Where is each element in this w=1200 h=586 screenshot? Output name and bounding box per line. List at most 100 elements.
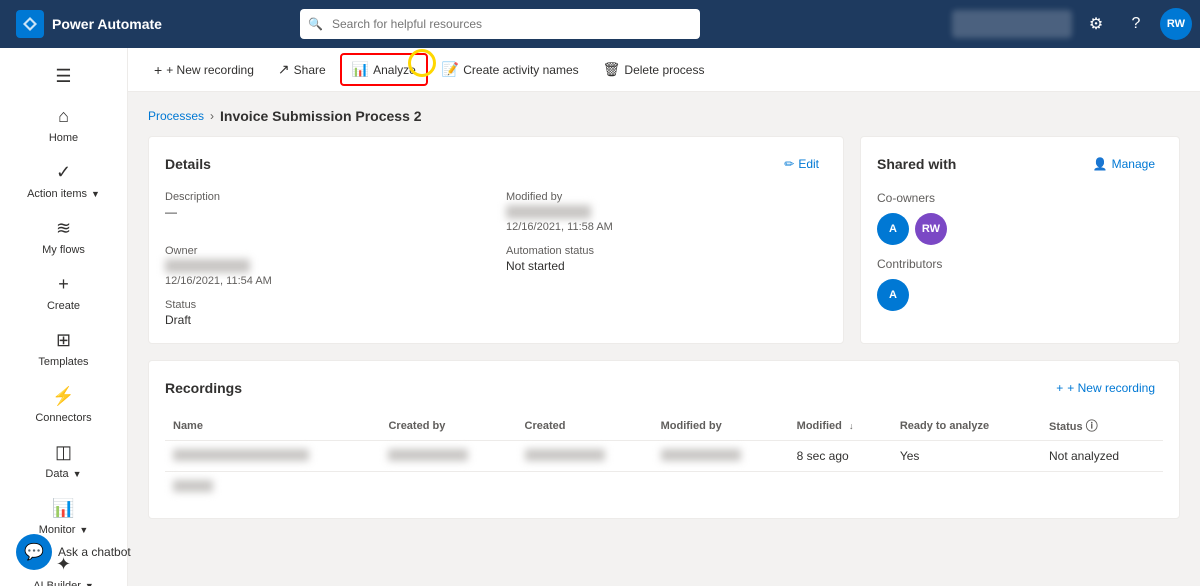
contributors-label: Contributors <box>877 257 1163 271</box>
cell-modified: 8 sec ago <box>789 441 892 472</box>
search-bar: 🔍 <box>300 9 700 39</box>
manage-icon: 👤 <box>1093 157 1108 171</box>
cell-created-by: ████████ <box>380 441 516 472</box>
app-layout: ☰ ⌂ Home ✓ Action items ▼ ≋ My flows + C… <box>0 48 1200 586</box>
share-button[interactable]: ↗ Share <box>268 55 336 84</box>
modified-by-value: ██████████ <box>506 205 827 219</box>
shared-with-panel: Shared with 👤 Manage Co-owners A RW Cont… <box>860 136 1180 344</box>
table-row-2: ████ <box>165 472 1163 503</box>
data-icon: ◫ <box>52 440 76 464</box>
sidebar-item-connectors[interactable]: ⚡ Connectors <box>0 376 127 432</box>
cell-empty-2 <box>517 472 653 503</box>
chevron-down-icon: ▼ <box>91 189 100 199</box>
new-recording-table-button[interactable]: + + New recording <box>1048 377 1163 399</box>
sidebar-item-create[interactable]: + Create <box>0 264 127 320</box>
col-status: Status ⓘ <box>1041 411 1163 441</box>
details-header: Details ✏ Edit <box>165 153 827 175</box>
activity-icon: 📝 <box>442 61 459 78</box>
modified-by-blurred: ██████████ <box>506 205 591 219</box>
toolbar: + + New recording ↗ Share 📊 Analyze 📝 Cr… <box>128 48 1200 92</box>
sidebar-label-data: Data <box>45 468 68 480</box>
app-logo[interactable]: Power Automate <box>8 10 170 38</box>
co-owner-avatar-1[interactable]: A <box>877 213 909 245</box>
my-flows-icon: ≋ <box>52 216 76 240</box>
breadcrumb: Processes › Invoice Submission Process 2 <box>148 108 1180 124</box>
sidebar-item-data[interactable]: ◫ Data ▼ <box>0 432 127 488</box>
owner-blurred: ██████████ <box>165 259 250 273</box>
sidebar-item-hamburger[interactable]: ☰ <box>0 56 127 96</box>
edit-label: Edit <box>798 157 819 171</box>
breadcrumb-separator: › <box>210 109 214 123</box>
sidebar-item-action-items[interactable]: ✓ Action items ▼ <box>0 152 127 208</box>
analyze-wrapper: 📊 Analyze <box>340 53 428 86</box>
status-value: Draft <box>165 313 486 327</box>
app-name: Power Automate <box>52 16 162 32</box>
co-owner-avatar-2[interactable]: RW <box>915 213 947 245</box>
home-icon: ⌂ <box>52 104 76 128</box>
manage-button[interactable]: 👤 Manage <box>1085 153 1163 175</box>
logo-icon <box>16 10 44 38</box>
search-icon: 🔍 <box>308 17 323 31</box>
details-panel: Details ✏ Edit Description — <box>148 136 844 344</box>
create-activity-button[interactable]: 📝 Create activity names <box>432 55 589 84</box>
info-icon[interactable]: ⓘ <box>1086 419 1098 433</box>
recordings-table-body: ████████████████ ████████ ████████ █████… <box>165 441 1163 503</box>
new-recording-button[interactable]: + + New recording <box>144 56 264 84</box>
owner-value: ██████████ <box>165 259 486 273</box>
user-profile-blurred <box>952 10 1072 38</box>
plus-icon: + <box>154 62 162 78</box>
search-input[interactable] <box>300 9 700 39</box>
description-label: Description <box>165 191 486 203</box>
edit-icon: ✏ <box>784 157 794 171</box>
detail-status: Status Draft <box>165 299 486 327</box>
hamburger-icon: ☰ <box>52 64 76 88</box>
col-modified[interactable]: Modified ↓ <box>789 411 892 441</box>
sidebar-label-action-items: Action items <box>27 188 87 200</box>
chevron-down-icon-data: ▼ <box>73 469 82 479</box>
created-blurred: ████████ <box>525 449 605 461</box>
cell-name: ████████████████ <box>165 441 380 472</box>
sidebar-label-connectors: Connectors <box>35 412 91 424</box>
status-label: Status <box>165 299 486 311</box>
detail-automation-status: Automation status Not started <box>506 245 827 287</box>
cell-modified-by: ████████ <box>653 441 789 472</box>
user-avatar[interactable]: RW <box>1160 8 1192 40</box>
chatbot-button[interactable]: 💬 <box>16 534 52 570</box>
cell-empty-6 <box>1041 472 1163 503</box>
col-name: Name <box>165 411 380 441</box>
cell-created: ████████ <box>517 441 653 472</box>
recordings-panel: Recordings + + New recording Name Create… <box>148 360 1180 519</box>
settings-button[interactable]: ⚙ <box>1080 8 1112 40</box>
sort-icon: ↓ <box>849 421 854 431</box>
share-icon: ↗ <box>278 61 290 78</box>
contributor-avatar-1[interactable]: A <box>877 279 909 311</box>
sidebar-item-my-flows[interactable]: ≋ My flows <box>0 208 127 264</box>
main-area: + + New recording ↗ Share 📊 Analyze 📝 Cr… <box>128 48 1200 586</box>
content-inner: Processes › Invoice Submission Process 2… <box>128 92 1200 535</box>
analyze-icon: 📊 <box>352 61 369 78</box>
co-owners-label: Co-owners <box>877 191 1163 205</box>
sidebar-item-templates[interactable]: ⊞ Templates <box>0 320 127 376</box>
templates-icon: ⊞ <box>52 328 76 352</box>
recordings-title: Recordings <box>165 380 242 396</box>
edit-button[interactable]: ✏ Edit <box>776 153 827 175</box>
shared-with-title: Shared with <box>877 156 956 172</box>
create-activity-label: Create activity names <box>463 63 578 77</box>
owner-date: 12/16/2021, 11:54 AM <box>165 275 486 287</box>
cell-ready: Yes <box>892 441 1041 472</box>
help-button[interactable]: ? <box>1120 8 1152 40</box>
top-nav-right: ⚙ ? RW <box>952 8 1192 40</box>
recordings-header-row: Name Created by Created Modified by Modi… <box>165 411 1163 441</box>
sidebar-label-my-flows: My flows <box>42 244 85 256</box>
share-label: Share <box>294 63 326 77</box>
breadcrumb-parent[interactable]: Processes <box>148 109 204 123</box>
cell-name-2: ████ <box>165 472 380 503</box>
delete-process-label: Delete process <box>624 63 704 77</box>
sidebar-item-home[interactable]: ⌂ Home <box>0 96 127 152</box>
modified-date: 12/16/2021, 11:58 AM <box>506 221 827 233</box>
modified-by-cell-blurred: ████████ <box>661 449 741 461</box>
analyze-button[interactable]: 📊 Analyze <box>340 53 428 86</box>
delete-process-button[interactable]: 🗑 Delete process <box>593 55 715 84</box>
action-items-icon: ✓ <box>52 160 76 184</box>
recordings-header: Recordings + + New recording <box>165 377 1163 399</box>
